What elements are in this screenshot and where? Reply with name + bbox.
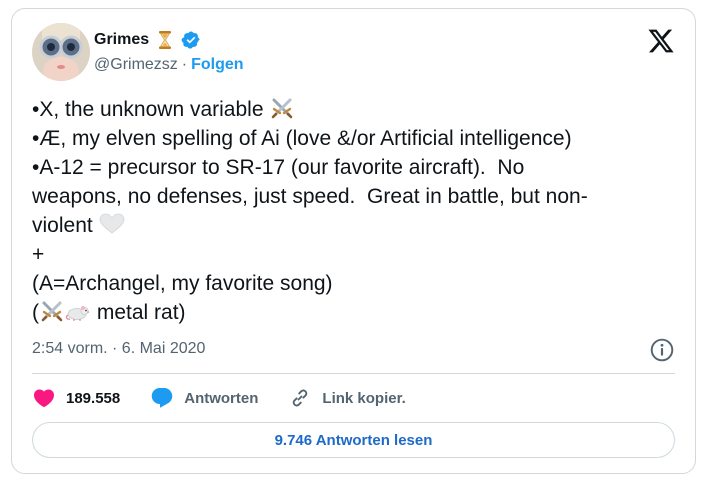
follow-button[interactable]: Folgen	[191, 56, 243, 74]
author-handle[interactable]: @Grimezsz	[94, 56, 178, 74]
copy-link-label: Link kopier.	[322, 389, 406, 407]
reply-button[interactable]: Antworten	[150, 386, 258, 410]
tweet-card: Grimes @Grimezsz · Folgen •X, the unknow…	[11, 8, 696, 474]
tweet-line: (A=Archangel, my favorite song)	[32, 272, 333, 295]
hourglass-icon	[155, 30, 175, 50]
tweet-line: •A-12 = precursor to SR-17 (our favorite…	[32, 156, 525, 179]
divider	[32, 373, 675, 374]
link-icon	[288, 386, 312, 410]
tweet-line-text: •X, the unknown variable	[32, 98, 264, 121]
tweet-line: •Æ, my elven spelling of Ai (love &/or A…	[32, 127, 572, 150]
tweet-line: +	[32, 243, 45, 266]
avatar[interactable]	[32, 23, 90, 81]
handle-separator: ·	[181, 56, 188, 73]
info-icon[interactable]	[649, 337, 675, 363]
heart-icon	[32, 386, 56, 410]
tweet-line: •X, the unknown variable	[32, 95, 682, 124]
rat-emoji-icon	[65, 300, 91, 322]
copy-link-button[interactable]: Link kopier.	[288, 386, 406, 410]
white-heart-emoji-icon	[99, 213, 125, 235]
action-bar: 189.558 Antworten Link kopier.	[32, 386, 436, 410]
speech-bubble-icon	[150, 386, 174, 410]
tweet-line: ( metal rat)	[32, 298, 682, 327]
crossed-swords-emoji-icon	[269, 97, 295, 119]
tweet-timestamp[interactable]: 2:54 vorm. · 6. Mai 2020	[32, 340, 205, 358]
like-count: 189.558	[66, 389, 121, 407]
tweet-line-text: (	[32, 301, 39, 324]
reply-label: Antworten	[184, 389, 259, 407]
author-name-row: Grimes	[94, 29, 201, 51]
tweet-line: violent	[32, 211, 682, 240]
read-replies-button[interactable]: 9.746 Antworten lesen	[32, 422, 675, 458]
tweet-line-text: violent	[32, 214, 93, 237]
tweet-line: weapons, no defenses, just speed. Great …	[32, 185, 588, 208]
handle-row: @Grimezsz · Folgen	[94, 56, 244, 74]
crossed-swords-emoji-icon	[39, 300, 65, 322]
verified-badge-icon	[181, 30, 201, 50]
display-name[interactable]: Grimes	[94, 31, 149, 49]
x-logo-icon[interactable]	[647, 27, 675, 55]
tweet-text: •X, the unknown variable •Æ, my elven sp…	[32, 95, 682, 327]
tweet-line-text: metal rat)	[91, 301, 186, 324]
like-button[interactable]: 189.558	[32, 386, 120, 410]
